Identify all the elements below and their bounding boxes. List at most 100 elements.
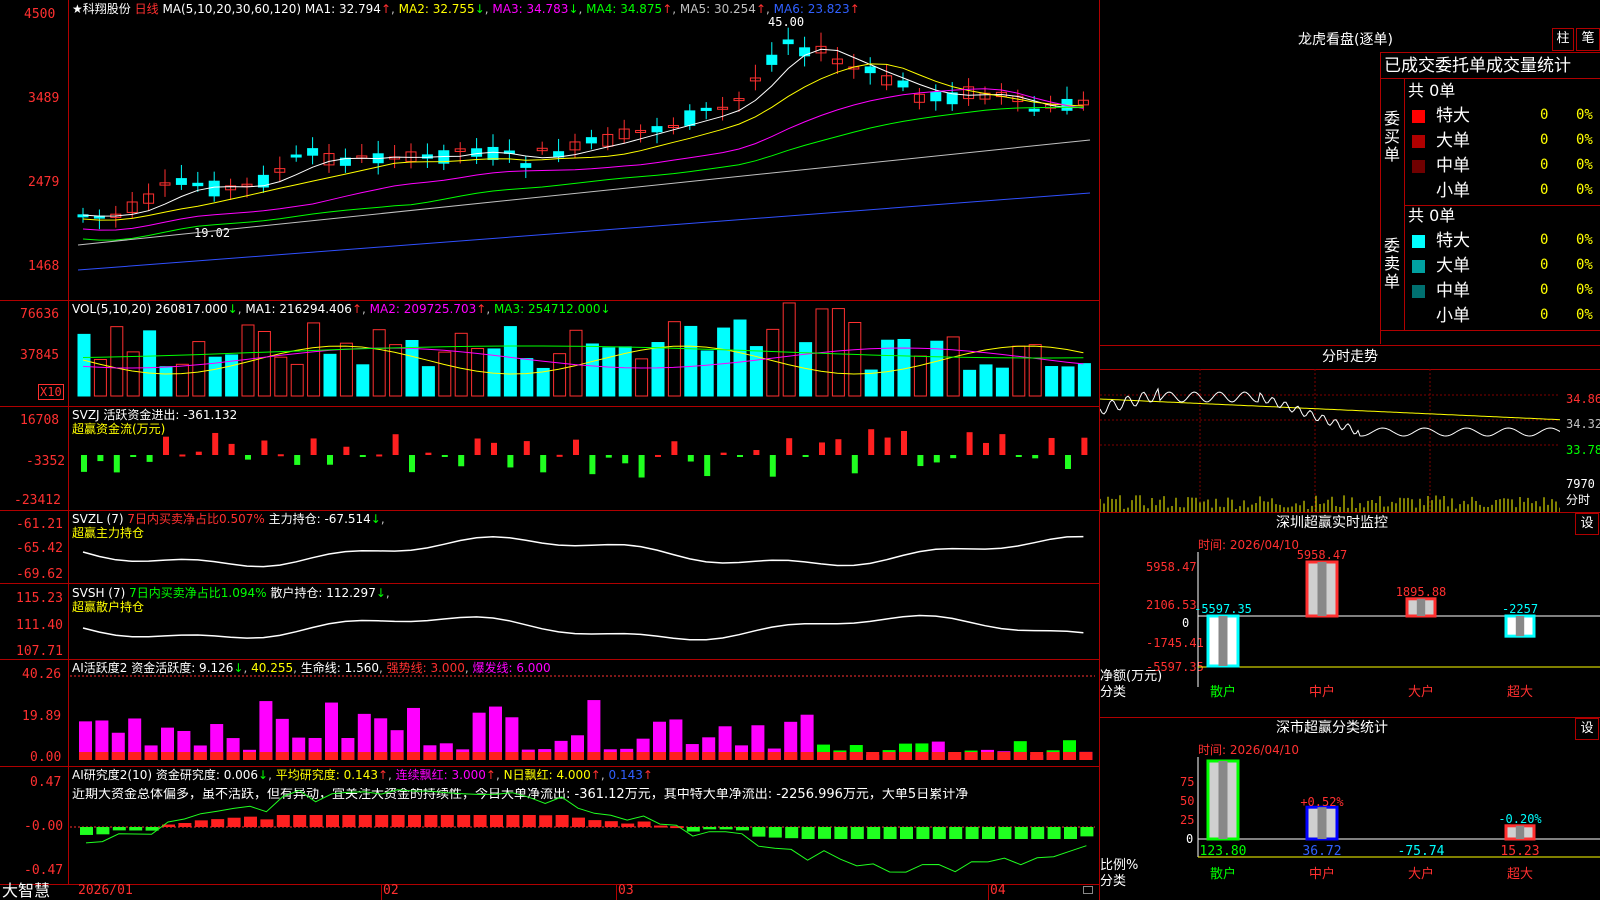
- fund-flow-bar: [671, 441, 678, 455]
- activity-base: [79, 752, 92, 760]
- monitor-bar-shade: [1515, 616, 1525, 637]
- sell-row-pct: 0%: [1576, 282, 1593, 298]
- activity-bar: [325, 702, 338, 760]
- candle-body: [684, 110, 696, 126]
- activity-base: [751, 752, 765, 760]
- research-bar: [473, 815, 487, 827]
- fund-flow-bar: [1032, 455, 1039, 459]
- monitor-bar-shade: [1218, 616, 1228, 666]
- activity-base: [275, 752, 289, 760]
- fund-flow-bar: [687, 455, 694, 462]
- research-bar: [112, 827, 126, 831]
- activity-base: [489, 752, 502, 760]
- fund-flow-bar: [327, 455, 333, 465]
- ma1-line: [82, 48, 1084, 217]
- pct-label: +0.52%: [1300, 795, 1344, 809]
- panel-title: 龙虎看盘(逐单): [1298, 32, 1393, 48]
- volume-bar: [192, 341, 206, 397]
- activity-base: [374, 752, 388, 760]
- fund-flow-bar: [917, 455, 924, 467]
- research-bar: [555, 815, 569, 827]
- buy-row-pct: 0%: [1576, 157, 1593, 173]
- volume-bar: [946, 336, 960, 397]
- buy-row: 大单 0 0%: [1400, 131, 1600, 153]
- research-bar: [982, 827, 995, 839]
- buy-row: 特大 0 0%: [1400, 106, 1600, 128]
- activity-base: [882, 752, 896, 760]
- fund-flow-bar: [376, 454, 383, 457]
- activity-bar: [259, 701, 273, 760]
- research-bar: [80, 827, 93, 835]
- category-label: 超大: [1507, 685, 1533, 700]
- research-bar: [686, 827, 700, 832]
- volume-bar: [323, 353, 337, 397]
- fund-flow-bar: [523, 441, 530, 455]
- volume-bar: [143, 330, 157, 397]
- research-bar: [1014, 827, 1028, 839]
- fund-flow-bar: [540, 455, 547, 473]
- research-bar: [129, 827, 143, 831]
- fund-flow-bar: [999, 434, 1006, 455]
- main-chart-area[interactable]: ★科翔股份 日线 MA(5,10,20,30,60,120) MA1: 32.7…: [0, 0, 1100, 900]
- buy-row-pct: 0%: [1576, 132, 1593, 148]
- buy-row-value: 0: [1540, 157, 1549, 173]
- activity-base: [554, 752, 568, 760]
- research-bar: [211, 819, 225, 827]
- candle-body: [864, 66, 876, 74]
- research-bar: [227, 817, 241, 827]
- fund-flow-bar: [212, 432, 219, 455]
- fund-flow-bar: [556, 454, 563, 457]
- volume-bar: [979, 364, 993, 397]
- activity-base: [899, 752, 912, 760]
- tick-view-button[interactable]: 笔: [1576, 28, 1600, 51]
- research-bar: [1064, 827, 1077, 839]
- candle-body: [782, 39, 794, 45]
- activity-base: [407, 752, 420, 760]
- intraday-panel[interactable]: 分时走势 34.86 34.32 33.78 7970 分时: [1100, 345, 1600, 512]
- color-swatch-icon: [1412, 160, 1425, 173]
- activity-base: [915, 752, 929, 760]
- retail-holding-line: [82, 614, 1084, 641]
- activity-base: [243, 752, 256, 760]
- activity-base: [226, 752, 240, 760]
- activity-base: [1063, 752, 1076, 760]
- research-bar: [1080, 827, 1094, 837]
- category-label: 中户: [1309, 684, 1335, 700]
- volume-bar: [848, 321, 862, 397]
- activity-base: [390, 752, 404, 760]
- research-bar: [1031, 827, 1045, 839]
- sell-row: 中单 0 0%: [1400, 281, 1600, 303]
- buy-row-pct: 0%: [1576, 182, 1593, 198]
- volume-bar: [339, 342, 353, 397]
- sell-row: 大单 0 0%: [1400, 256, 1600, 278]
- fund-flow-bar: [573, 439, 579, 455]
- activity-base: [1046, 752, 1060, 760]
- fund-flow-bar: [622, 455, 629, 464]
- activity-base: [1013, 752, 1027, 760]
- volume-bar: [274, 356, 288, 397]
- category-value-label: 15.23: [1500, 844, 1539, 859]
- sell-row: 小单 0 0%: [1400, 306, 1600, 328]
- category-label: 大户: [1408, 684, 1434, 700]
- bar-view-button[interactable]: 柱: [1552, 28, 1574, 51]
- volume-bar: [684, 325, 698, 397]
- research-bar: [719, 827, 733, 830]
- intraday-price-line: [1100, 387, 1560, 437]
- research-bar: [752, 827, 766, 837]
- volume-bar: [1012, 345, 1026, 397]
- fund-flow-bar: [835, 439, 842, 455]
- fund-flow-bar: [769, 455, 776, 477]
- activity-base: [177, 752, 191, 760]
- activity-base: [128, 752, 142, 760]
- ma2-line: [82, 63, 1084, 221]
- fund-flow-bar: [884, 437, 891, 455]
- candle-body: [175, 178, 187, 185]
- fund-flow-bar: [81, 455, 87, 472]
- activity-base: [784, 752, 798, 760]
- monitor-bar-shade: [1317, 562, 1327, 616]
- activity-base: [259, 752, 273, 760]
- candle-body: [766, 54, 778, 65]
- activity-base: [111, 752, 125, 760]
- buy-row-value: 0: [1540, 132, 1549, 148]
- volume-bar: [717, 327, 731, 397]
